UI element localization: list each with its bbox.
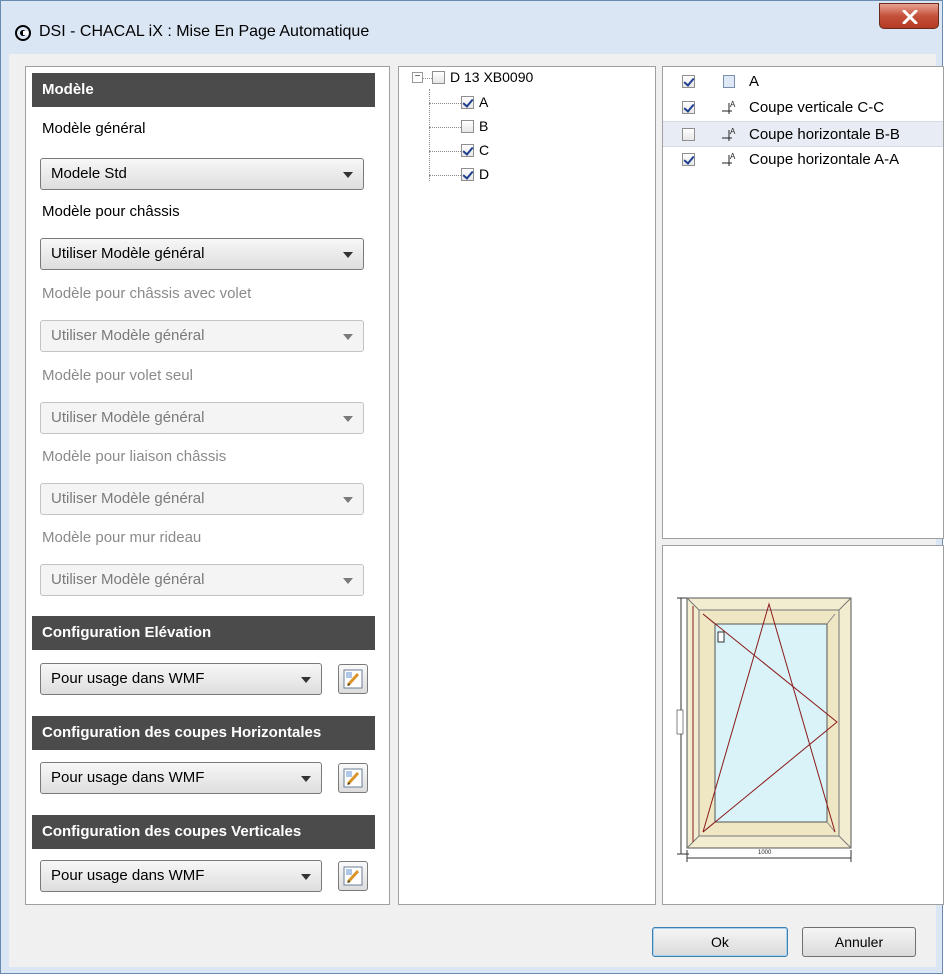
- cancel-button[interactable]: Annuler: [802, 927, 916, 957]
- title-bar[interactable]: DSI - CHACAL iX : Mise En Page Automatiq…: [1, 1, 942, 55]
- tree-item-checkbox[interactable]: [461, 120, 474, 133]
- horizontal-config-select[interactable]: Pour usage dans WMF: [40, 762, 322, 794]
- mur-rideau-template-select[interactable]: Utiliser Modèle général: [40, 564, 364, 596]
- preview-panel: 1000: [662, 545, 944, 905]
- horizontal-edit-button[interactable]: [338, 763, 368, 793]
- chevron-down-icon: [343, 497, 353, 503]
- tree-root[interactable]: − D 13 XB0090: [412, 69, 612, 89]
- tree-root-checkbox[interactable]: [432, 71, 445, 84]
- app-icon: [15, 25, 31, 41]
- tree-item-label: A: [479, 94, 489, 110]
- liaison-template-label: Modèle pour liaison châssis: [42, 448, 227, 465]
- close-button[interactable]: [879, 3, 939, 29]
- template-panel: Modèle Modèle général Modele Std Modèle …: [25, 66, 390, 905]
- tree-item-label: B: [479, 118, 489, 134]
- section-icon: A: [722, 100, 736, 114]
- general-template-select[interactable]: Modele Std: [40, 158, 364, 190]
- expander-minus-icon[interactable]: −: [412, 72, 423, 83]
- chassis-volet-template-select[interactable]: Utiliser Modèle général: [40, 320, 364, 352]
- view-row-coupe-horizontale-b-b[interactable]: A Coupe horizontale B-B: [663, 121, 943, 147]
- tree-root-label: D 13 XB0090: [450, 69, 534, 85]
- chassis-template-label: Modèle pour châssis: [42, 203, 180, 220]
- svg-text:A: A: [730, 152, 736, 161]
- edit-config-icon: [343, 866, 363, 886]
- vertical-config-value: Pour usage dans WMF: [51, 867, 205, 884]
- element-tree-panel: − D 13 XB0090 A B C D: [398, 66, 656, 905]
- elevation-edit-button[interactable]: [338, 664, 368, 694]
- chassis-volet-template-label: Modèle pour châssis avec volet: [42, 285, 252, 302]
- dialog-client: Modèle Modèle général Modele Std Modèle …: [9, 54, 944, 967]
- view-label: Coupe horizontale B-B: [749, 126, 900, 143]
- chevron-down-icon: [301, 677, 311, 683]
- tree-item-checkbox[interactable]: [461, 144, 474, 157]
- tree-item-checkbox[interactable]: [461, 96, 474, 109]
- view-row-coupe-verticale-c-c[interactable]: A Coupe verticale C-C: [663, 95, 943, 121]
- liaison-template-value: Utiliser Modèle général: [51, 490, 205, 507]
- edit-config-icon: [343, 768, 363, 788]
- chassis-template-select[interactable]: Utiliser Modèle général: [40, 238, 364, 270]
- vertical-config-select[interactable]: Pour usage dans WMF: [40, 860, 322, 892]
- mur-rideau-template-label: Modèle pour mur rideau: [42, 529, 202, 546]
- mur-rideau-template-value: Utiliser Modèle général: [51, 571, 205, 588]
- close-icon: [902, 10, 918, 24]
- volet-seul-template-select[interactable]: Utiliser Modèle général: [40, 402, 364, 434]
- volet-seul-template-value: Utiliser Modèle général: [51, 409, 205, 426]
- liaison-template-select[interactable]: Utiliser Modèle général: [40, 483, 364, 515]
- chevron-down-icon: [343, 416, 353, 422]
- view-checkbox[interactable]: [682, 75, 695, 88]
- chevron-down-icon: [343, 578, 353, 584]
- view-row-coupe-horizontale-a-a[interactable]: A Coupe horizontale A-A: [663, 147, 943, 173]
- volet-seul-template-label: Modèle pour volet seul: [42, 367, 193, 384]
- tree-item-checkbox[interactable]: [461, 168, 474, 181]
- horizontal-config-value: Pour usage dans WMF: [51, 769, 205, 786]
- view-checkbox[interactable]: [682, 153, 695, 166]
- view-label: A: [749, 73, 760, 90]
- chevron-down-icon: [343, 172, 353, 178]
- ok-button[interactable]: Ok: [652, 927, 788, 957]
- chassis-volet-template-value: Utiliser Modèle général: [51, 327, 205, 344]
- chevron-down-icon: [301, 776, 311, 782]
- window-preview-drawing: 1000: [676, 597, 852, 862]
- modele-section-header: Modèle: [32, 73, 375, 107]
- section-icon: A: [722, 152, 736, 166]
- elevation-section-header: Configuration Elévation: [32, 616, 375, 650]
- window-title: DSI - CHACAL iX : Mise En Page Automatiq…: [39, 23, 370, 40]
- vertical-edit-button[interactable]: [338, 861, 368, 891]
- view-label: Coupe verticale C-C: [749, 99, 885, 116]
- section-icon: A: [722, 127, 736, 141]
- svg-text:A: A: [730, 127, 736, 136]
- view-label: Coupe horizontale A-A: [749, 151, 900, 168]
- elevation-config-select[interactable]: Pour usage dans WMF: [40, 663, 322, 695]
- chevron-down-icon: [343, 334, 353, 340]
- view-checkbox[interactable]: [682, 128, 695, 141]
- general-template-label: Modèle général: [42, 120, 146, 137]
- tree-item-label: D: [479, 166, 490, 182]
- svg-text:A: A: [730, 100, 736, 109]
- tree-item-label: C: [479, 142, 490, 158]
- chevron-down-icon: [301, 874, 311, 880]
- view-checkbox[interactable]: [682, 101, 695, 114]
- horizontal-sections-header: Configuration des coupes Horizontales: [32, 716, 375, 750]
- chassis-template-value: Utiliser Modèle général: [51, 245, 205, 262]
- chevron-down-icon: [343, 252, 353, 258]
- general-template-value: Modele Std: [51, 165, 127, 182]
- edit-config-icon: [343, 669, 363, 689]
- views-list-panel: A A Coupe verticale C-C A Coupe horizont…: [662, 66, 944, 539]
- vertical-sections-header: Configuration des coupes Verticales: [32, 815, 375, 849]
- width-dimension-label: 1000: [758, 850, 772, 856]
- view-row-a[interactable]: A: [663, 69, 943, 95]
- elevation-config-value: Pour usage dans WMF: [51, 670, 205, 687]
- dialog-window: DSI - CHACAL iX : Mise En Page Automatiq…: [0, 0, 944, 974]
- frame-icon: [723, 75, 735, 88]
